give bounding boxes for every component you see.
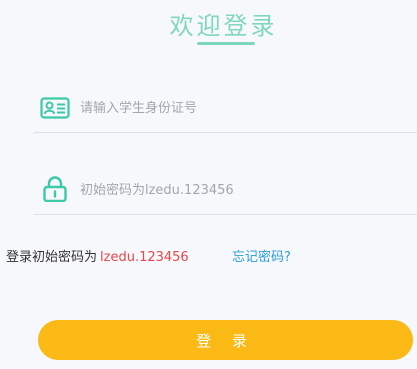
id-number-input[interactable] bbox=[80, 96, 400, 120]
lock-icon bbox=[40, 176, 70, 203]
password-hint: 登录初始密码为 lzedu.123456 bbox=[6, 246, 189, 265]
id-number-field bbox=[34, 84, 417, 133]
password-hint-value: lzedu.123456 bbox=[100, 250, 189, 265]
password-input[interactable] bbox=[80, 178, 400, 202]
password-field bbox=[34, 166, 417, 215]
id-card-icon bbox=[40, 96, 70, 120]
login-button[interactable]: 登 录 bbox=[38, 320, 413, 360]
password-hint-label: 登录初始密码为 bbox=[6, 250, 98, 265]
forgot-password-link[interactable]: 忘记密码? bbox=[232, 246, 291, 265]
page-title: 欢迎登录 bbox=[169, 12, 278, 40]
title-underline bbox=[197, 42, 255, 45]
